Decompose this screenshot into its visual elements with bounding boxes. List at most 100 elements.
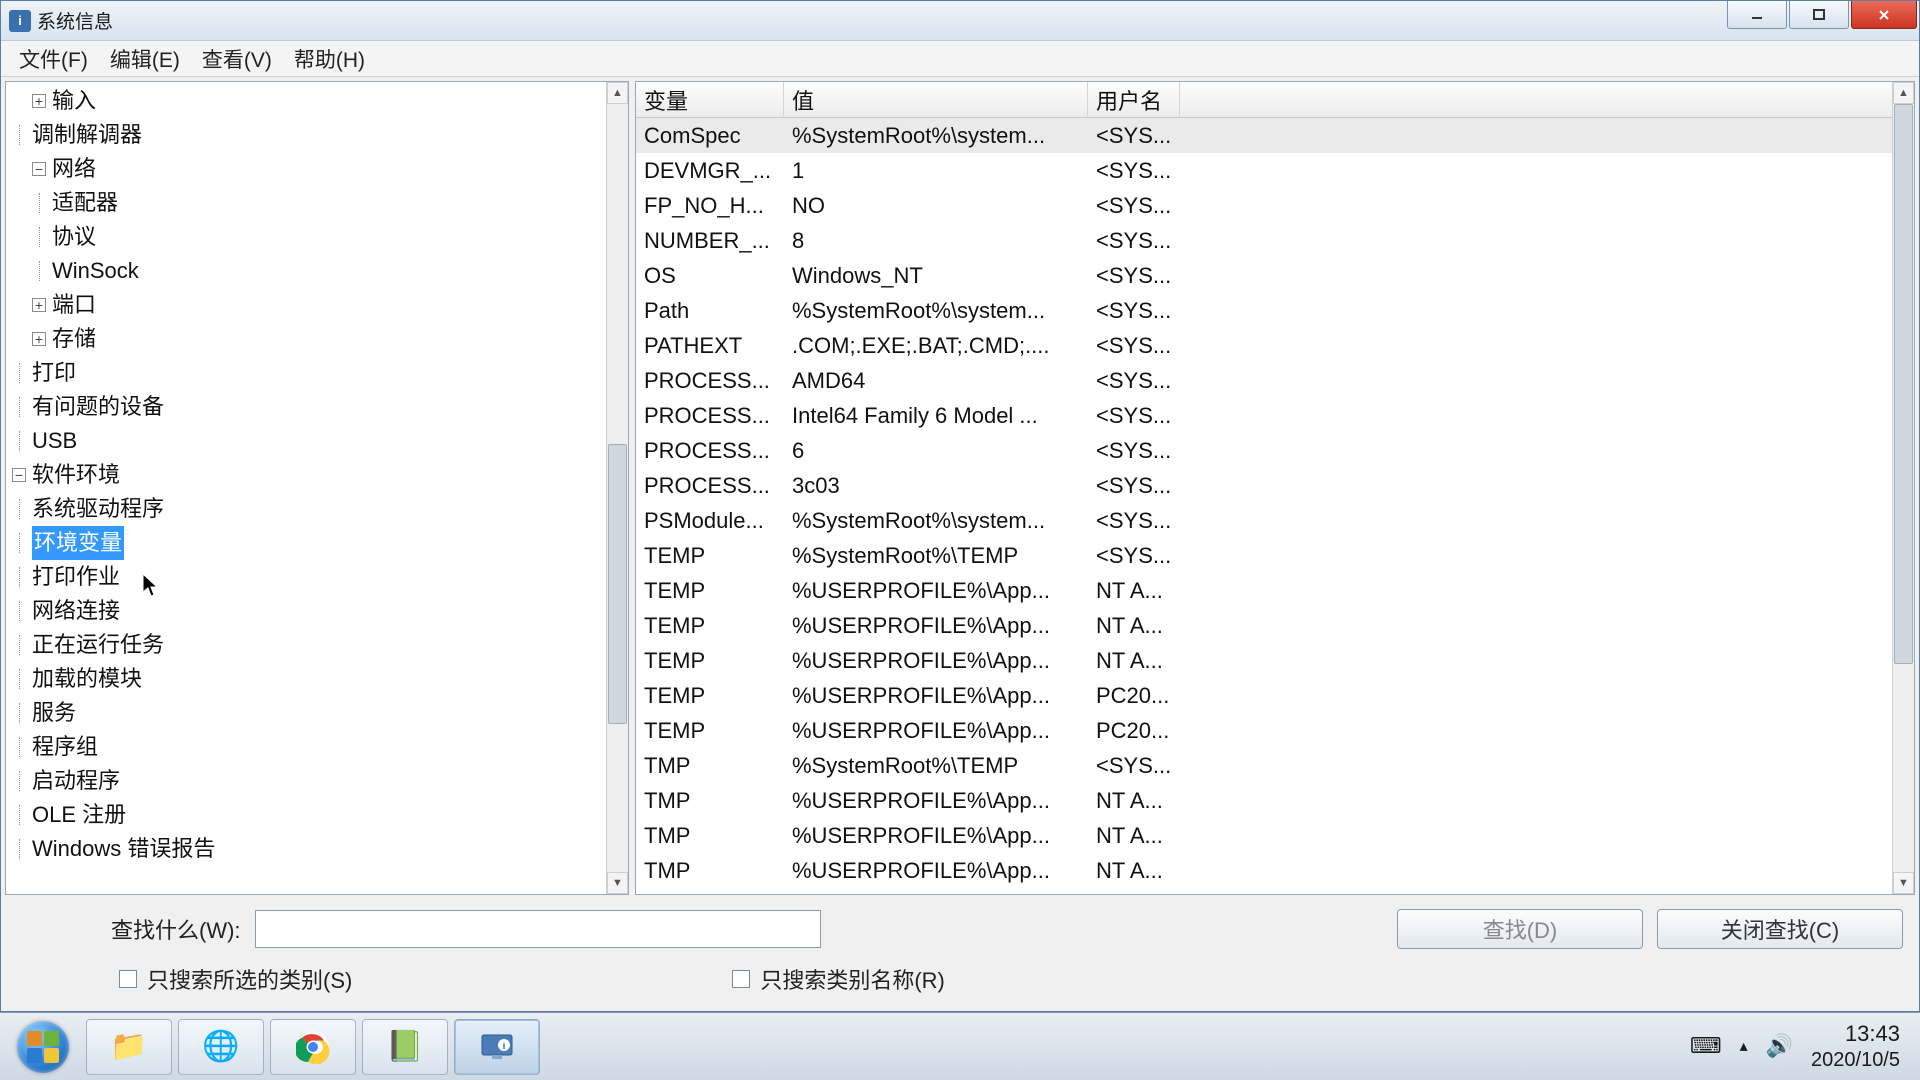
table-row[interactable]: PROCESS...3c03<SYS... [636, 468, 1892, 503]
expand-icon[interactable]: + [32, 94, 46, 108]
taskbar-item-chrome[interactable] [270, 1019, 356, 1075]
table-row[interactable]: NUMBER_...8<SYS... [636, 223, 1892, 258]
col-value[interactable]: 值 [784, 82, 1088, 117]
tree-item[interactable]: 加载的模块 [12, 662, 606, 696]
search-selected-only-checkbox[interactable]: 只搜索所选的类别(S) [119, 963, 352, 995]
windows-logo-icon [17, 1021, 69, 1073]
collapse-icon[interactable]: − [12, 468, 26, 482]
table-cell: NT A... [1088, 648, 1180, 674]
tree-item[interactable]: 调制解调器 [12, 118, 606, 152]
tree-item[interactable]: 适配器 [12, 186, 606, 220]
tree-item[interactable]: +输入 [12, 84, 606, 118]
table-row[interactable]: ComSpec%SystemRoot%\system...<SYS... [636, 118, 1892, 153]
table-row[interactable]: TMP%SystemRoot%\TEMP<SYS... [636, 748, 1892, 783]
table-row[interactable]: TEMP%SystemRoot%\TEMP<SYS... [636, 538, 1892, 573]
table-row[interactable]: TMP%USERPROFILE%\App...NT A... [636, 853, 1892, 888]
taskbar-item-browser[interactable]: 🌐 [178, 1019, 264, 1075]
find-button[interactable]: 查找(D) [1397, 909, 1643, 949]
table-cell: TEMP [636, 683, 784, 709]
tree-item[interactable]: 启动程序 [12, 764, 606, 798]
tree-item[interactable]: −网络 [12, 152, 606, 186]
checkbox-icon [119, 970, 137, 988]
tree-item[interactable]: 协议 [12, 220, 606, 254]
tree-item[interactable]: Windows 错误报告 [12, 832, 606, 866]
tree-item[interactable]: 服务 [12, 696, 606, 730]
tree-item[interactable]: OLE 注册 [12, 798, 606, 832]
taskbar-item-notes[interactable]: 📗 [362, 1019, 448, 1075]
scroll-up-button[interactable]: ▲ [1893, 82, 1914, 104]
table-cell: TEMP [636, 578, 784, 604]
col-variable[interactable]: 变量 [636, 82, 784, 117]
tree-item[interactable]: 正在运行任务 [12, 628, 606, 662]
tree-item[interactable]: 环境变量 [12, 526, 606, 560]
tree-item[interactable]: WinSock [12, 254, 606, 288]
table-row[interactable]: TMP%USERPROFILE%\App...NT A... [636, 783, 1892, 818]
menu-file[interactable]: 文件(F) [9, 40, 98, 78]
tree-item[interactable]: 网络连接 [12, 594, 606, 628]
table-row[interactable]: TEMP%USERPROFILE%\App...NT A... [636, 643, 1892, 678]
expand-icon[interactable]: + [32, 332, 46, 346]
tree-item[interactable]: +存储 [12, 322, 606, 356]
maximize-button[interactable] [1789, 1, 1849, 29]
table-row[interactable]: TEMP%USERPROFILE%\App...NT A... [636, 608, 1892, 643]
scroll-down-button[interactable]: ▼ [1893, 872, 1914, 894]
clock[interactable]: 13:43 2020/10/5 [1811, 1021, 1914, 1071]
table-body: ComSpec%SystemRoot%\system...<SYS...DEVM… [636, 118, 1892, 888]
col-username[interactable]: 用户名 [1088, 82, 1180, 117]
table-row[interactable]: FP_NO_H...NO<SYS... [636, 188, 1892, 223]
find-input[interactable] [255, 910, 821, 948]
tree-item[interactable]: −软件环境 [12, 458, 606, 492]
scroll-track[interactable] [607, 104, 628, 872]
minimize-button[interactable] [1727, 1, 1787, 29]
table-row[interactable]: DEVMGR_...1<SYS... [636, 153, 1892, 188]
table-row[interactable]: PATHEXT.COM;.EXE;.BAT;.CMD;....<SYS... [636, 328, 1892, 363]
scroll-thumb[interactable] [1894, 104, 1913, 664]
tree-item[interactable]: USB [12, 424, 606, 458]
close-find-button[interactable]: 关闭查找(C) [1657, 909, 1903, 949]
menu-view[interactable]: 查看(V) [192, 40, 282, 78]
close-button[interactable] [1851, 1, 1917, 29]
details-scrollbar[interactable]: ▲ ▼ [1892, 82, 1914, 894]
taskbar-item-explorer[interactable]: 📁 [86, 1019, 172, 1075]
tree-item-label: 服务 [32, 696, 76, 730]
search-category-names-only-checkbox[interactable]: 只搜索类别名称(R) [732, 963, 945, 995]
scroll-down-button[interactable]: ▼ [607, 872, 628, 894]
table-row[interactable]: PROCESS...Intel64 Family 6 Model ...<SYS… [636, 398, 1892, 433]
tree-item[interactable]: 打印 [12, 356, 606, 390]
tree-item[interactable]: 系统驱动程序 [12, 492, 606, 526]
table-cell: TMP [636, 858, 784, 884]
menu-help[interactable]: 帮助(H) [284, 40, 375, 78]
tree-scrollbar[interactable]: ▲ ▼ [606, 82, 628, 894]
table-row[interactable]: PROCESS...6<SYS... [636, 433, 1892, 468]
volume-icon[interactable]: 🔊 [1766, 1033, 1793, 1059]
tree-item[interactable]: 有问题的设备 [12, 390, 606, 424]
table-cell: Intel64 Family 6 Model ... [784, 403, 1088, 429]
scroll-track[interactable] [1893, 104, 1914, 872]
expand-icon[interactable]: + [32, 298, 46, 312]
category-tree[interactable]: +输入调制解调器−网络适配器协议WinSock+端口+存储打印有问题的设备USB… [6, 82, 606, 894]
tree-item-label: 环境变量 [32, 526, 124, 560]
tree-item[interactable]: 打印作业 [12, 560, 606, 594]
keyboard-icon[interactable]: ⌨ [1690, 1033, 1722, 1059]
table-row[interactable]: PROCESS...AMD64<SYS... [636, 363, 1892, 398]
table-cell: %USERPROFILE%\App... [784, 648, 1088, 674]
table-row[interactable]: TMP%USERPROFILE%\App...NT A... [636, 818, 1892, 853]
table-row[interactable]: PSModule...%SystemRoot%\system...<SYS... [636, 503, 1892, 538]
scroll-thumb[interactable] [608, 444, 627, 724]
table-cell: PC20... [1088, 683, 1180, 709]
tree-item[interactable]: 程序组 [12, 730, 606, 764]
scroll-up-button[interactable]: ▲ [607, 82, 628, 104]
table-row[interactable]: TEMP%USERPROFILE%\App...NT A... [636, 573, 1892, 608]
start-button[interactable] [6, 1019, 80, 1075]
table-cell: 1 [784, 158, 1088, 184]
taskbar-item-msinfo32[interactable]: i [454, 1019, 540, 1075]
table-row[interactable]: TEMP%USERPROFILE%\App...PC20... [636, 713, 1892, 748]
collapse-icon[interactable]: − [32, 162, 46, 176]
table-row[interactable]: OSWindows_NT<SYS... [636, 258, 1892, 293]
tray-overflow-button[interactable]: ▴ [1740, 1036, 1748, 1056]
tree-item[interactable]: +端口 [12, 288, 606, 322]
titlebar[interactable]: i 系统信息 [1, 1, 1919, 41]
menu-edit[interactable]: 编辑(E) [100, 40, 190, 78]
table-row[interactable]: Path%SystemRoot%\system...<SYS... [636, 293, 1892, 328]
table-row[interactable]: TEMP%USERPROFILE%\App...PC20... [636, 678, 1892, 713]
